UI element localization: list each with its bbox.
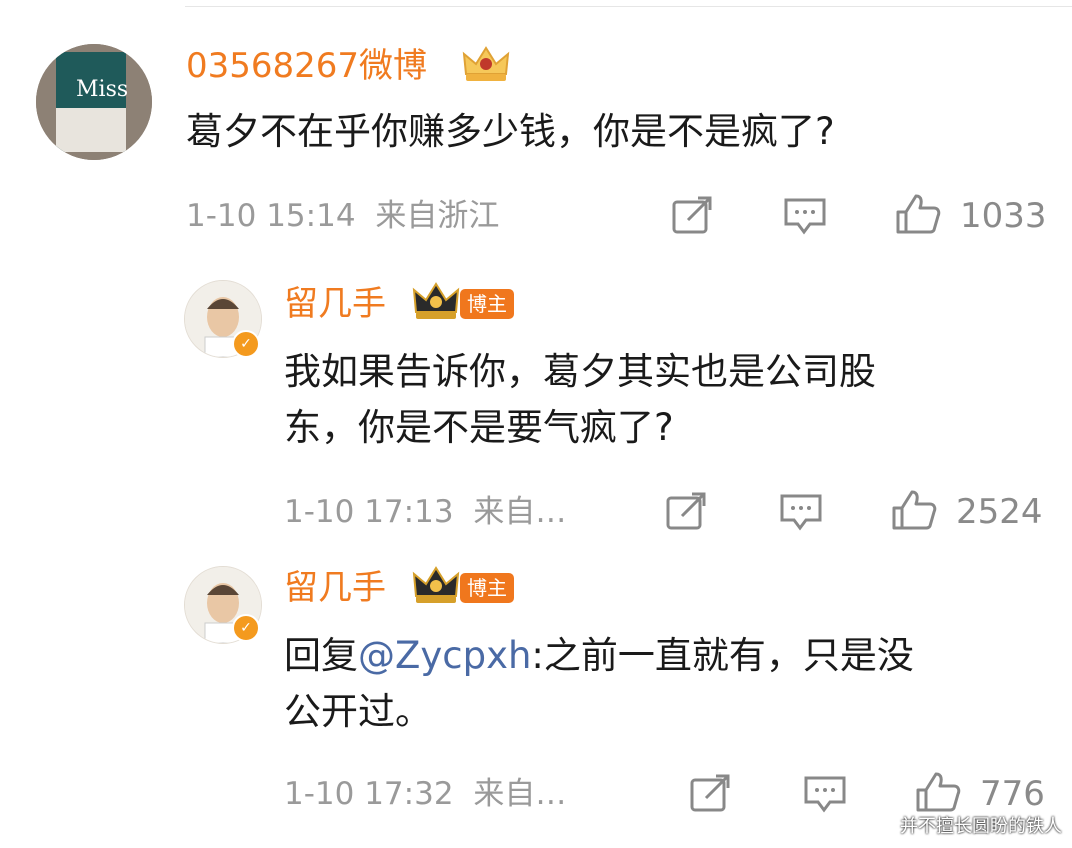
repost-icon[interactable] (664, 492, 708, 532)
comment-location: 来自… (473, 494, 567, 530)
reply-prefix: 回复 (284, 634, 358, 677)
comment-text-line: 东，你是不是要气疯了? (284, 406, 674, 449)
comment-location: 来自浙江 (375, 198, 500, 234)
like-icon[interactable] (914, 770, 962, 814)
comment-text: 回复@Zycpxh:之前一直就有，只是没 公开过。 (284, 628, 1044, 740)
crown-icon (412, 566, 460, 610)
comment-location: 来自… (473, 776, 567, 812)
badge-blogger: 博主 (460, 289, 514, 319)
like-count: 776 (980, 774, 1045, 814)
comment-text-line: 公开过。 (284, 690, 432, 733)
verified-icon: ✓ (232, 614, 260, 642)
verified-icon: ✓ (232, 330, 260, 358)
comment-icon[interactable] (778, 492, 824, 532)
divider (185, 6, 1072, 7)
watermark: 并不擅长圆盼的铁人 (900, 816, 1062, 837)
crown-icon (460, 44, 512, 88)
comment-meta: 1-10 17:32 来自… (284, 774, 566, 814)
comment-icon[interactable] (782, 196, 828, 236)
like-count: 2524 (956, 492, 1043, 532)
repost-icon[interactable] (688, 774, 732, 814)
mention-link[interactable]: @Zycpxh (358, 634, 531, 677)
comment-text-rest: :之前一直就有，只是没 (531, 634, 914, 677)
like-icon[interactable] (894, 192, 942, 236)
comment-meta: 1-10 15:14 来自浙江 (186, 196, 499, 236)
avatar[interactable]: Miss (36, 44, 152, 160)
comment-username[interactable]: 03568267微博 (186, 46, 427, 86)
comment-time: 1-10 17:32 (284, 776, 454, 812)
comment-meta: 1-10 17:13 来自… (284, 492, 566, 532)
comment-text: 葛夕不在乎你赚多少钱，你是不是疯了? (186, 110, 835, 153)
comment-icon[interactable] (802, 774, 848, 814)
like-count: 1033 (960, 196, 1047, 236)
comment-text-line: 我如果告诉你，葛夕其实也是公司股 (284, 350, 876, 393)
repost-icon[interactable] (670, 196, 714, 236)
svg-text:Miss: Miss (76, 77, 128, 102)
badge-blogger: 博主 (460, 573, 514, 603)
comment-username[interactable]: 留几手 (284, 568, 386, 608)
comment-username[interactable]: 留几手 (284, 284, 386, 324)
comment-time: 1-10 17:13 (284, 494, 454, 530)
comment-time: 1-10 15:14 (186, 198, 356, 234)
crown-icon (412, 282, 460, 326)
comment-text: 我如果告诉你，葛夕其实也是公司股 东，你是不是要气疯了? (284, 344, 1024, 456)
like-icon[interactable] (890, 488, 938, 532)
